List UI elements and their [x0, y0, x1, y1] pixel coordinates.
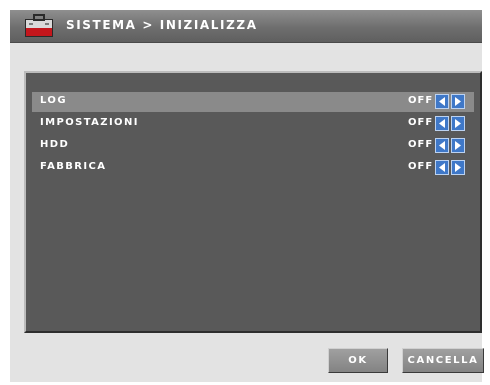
setting-value: OFF	[408, 161, 434, 172]
window-title: SISTEMA > INIZIALIZZA	[66, 18, 258, 32]
cancel-button[interactable]: CANCELLA	[402, 348, 484, 373]
arrow-right-icon[interactable]	[451, 94, 465, 109]
setting-label: LOG	[40, 95, 67, 106]
setting-row-impostazioni[interactable]: IMPOSTAZIONI OFF	[32, 114, 474, 134]
setting-value: OFF	[408, 117, 434, 128]
arrow-right-icon[interactable]	[451, 160, 465, 175]
setting-row-log[interactable]: LOG OFF	[32, 92, 474, 112]
arrow-right-icon[interactable]	[451, 116, 465, 131]
setting-label: FABBRICA	[40, 161, 107, 172]
title-bar: SISTEMA > INIZIALIZZA	[10, 10, 482, 43]
setting-label: HDD	[40, 139, 70, 150]
setting-row-fabbrica[interactable]: FABBRICA OFF	[32, 158, 474, 178]
setting-value: OFF	[408, 139, 434, 150]
arrow-left-icon[interactable]	[435, 94, 449, 109]
ok-button[interactable]: OK	[328, 348, 388, 373]
arrow-left-icon[interactable]	[435, 160, 449, 175]
setting-label: IMPOSTAZIONI	[40, 117, 139, 128]
arrow-left-icon[interactable]	[435, 116, 449, 131]
settings-panel: LOG OFF IMPOSTAZIONI OFF HDD OFF FABBRIC…	[24, 71, 482, 333]
init-dialog: SISTEMA > INIZIALIZZA LOG OFF IMPOSTAZIO…	[10, 10, 484, 382]
arrow-right-icon[interactable]	[451, 138, 465, 153]
arrow-left-icon[interactable]	[435, 138, 449, 153]
setting-row-hdd[interactable]: HDD OFF	[32, 136, 474, 156]
system-toolbox-icon	[25, 14, 53, 37]
setting-value: OFF	[408, 95, 434, 106]
